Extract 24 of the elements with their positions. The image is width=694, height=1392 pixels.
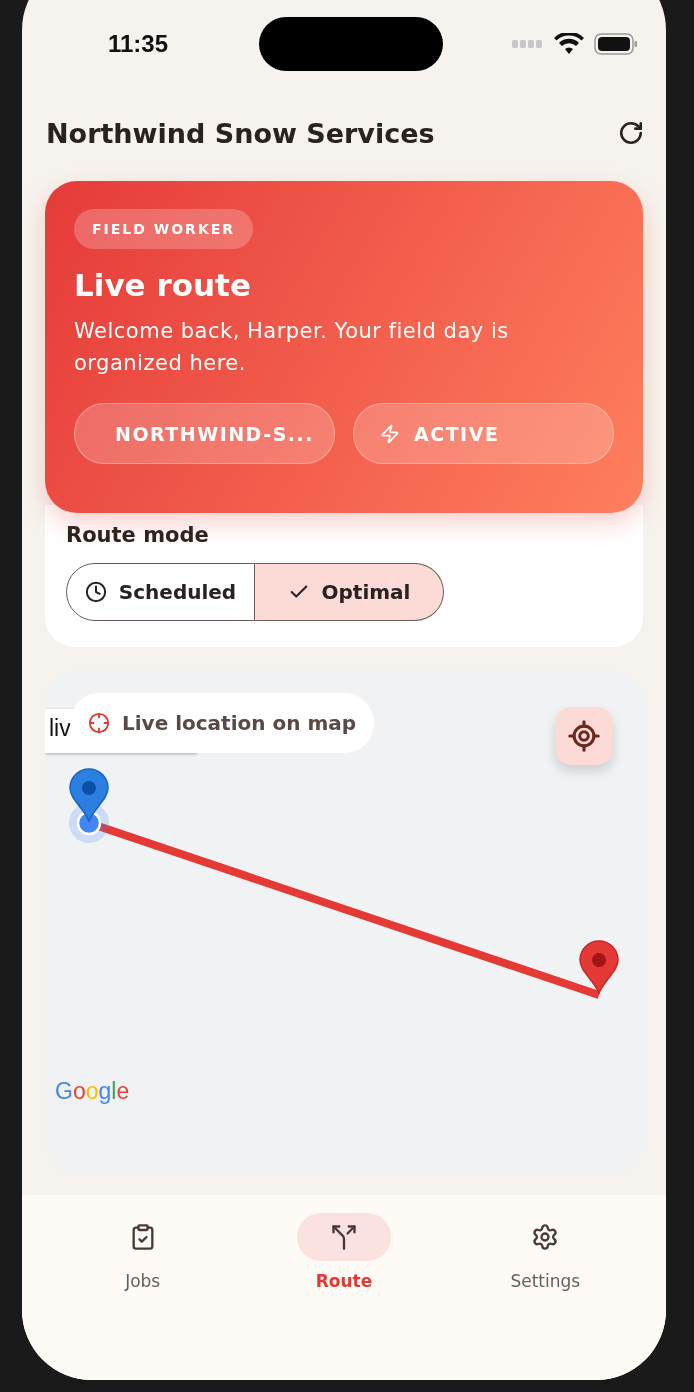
signal-icon — [512, 40, 544, 48]
crosshair-icon — [88, 712, 110, 734]
wifi-icon — [554, 33, 584, 55]
route-mode-title: Route mode — [66, 523, 210, 547]
lightning-icon — [380, 423, 400, 444]
nav-tab[interactable]: Settings — [498, 1213, 593, 1303]
split-arrow-icon — [330, 1223, 358, 1251]
chip-label: ACTIVE — [414, 422, 500, 445]
locate-button[interactable] — [555, 707, 613, 765]
gear-icon — [531, 1223, 560, 1251]
route-mode-option[interactable]: Scheduled — [66, 563, 255, 621]
route-mode-option[interactable]: Optimal — [255, 563, 444, 621]
map-attribution: Google — [55, 1078, 130, 1105]
role-badge: FIELD WORKER — [74, 209, 254, 249]
chip-label: NORTHWIND-S... — [115, 422, 314, 445]
locate-icon — [567, 719, 601, 753]
status-time: 11:35 — [108, 30, 169, 58]
hero-subtitle: Welcome back, Harper. Your field day is organized here. — [74, 318, 510, 377]
hero-title: Live route — [74, 267, 252, 303]
battery-icon — [594, 33, 638, 55]
clock-icon — [84, 581, 107, 603]
refresh-icon[interactable] — [618, 120, 644, 146]
app-title: Northwind Snow Services — [46, 117, 435, 149]
nav-tab[interactable]: Jobs — [95, 1213, 190, 1303]
